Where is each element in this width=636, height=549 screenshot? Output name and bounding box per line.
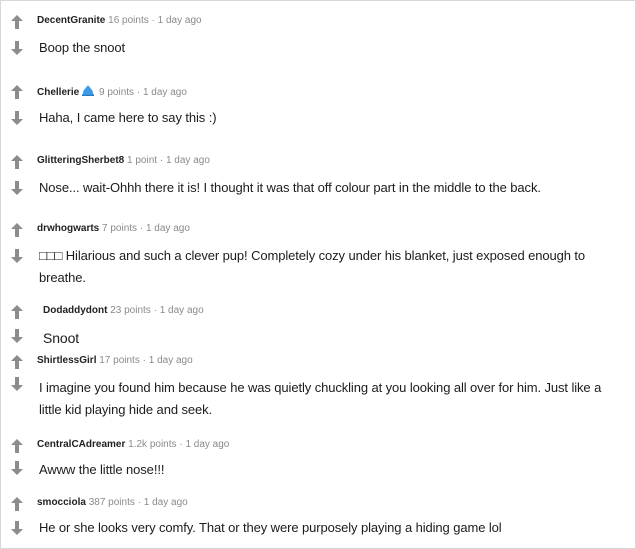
arrow-down-icon[interactable] [11,377,23,391]
water-drop-flair-icon [82,85,95,100]
meta-separator: · [159,155,164,166]
comment-points: 17 points [99,355,140,366]
arrow-down-icon[interactable] [11,249,23,263]
comment-meta: Chellerie 9 points · 1 day ago [37,85,187,100]
comment-points: 1 point [127,155,158,166]
meta-separator: · [137,497,141,508]
arrow-down-icon[interactable] [11,41,23,55]
comment-points: 387 points [88,497,135,508]
comment-body: Boop the snoot [39,40,126,55]
comment-age[interactable]: 1 day ago [185,439,229,450]
comment-body: □□□ Hilarious and such a clever pup! Com… [39,248,586,285]
arrow-down-icon[interactable] [11,181,23,195]
comment-meta: Dodaddydont 23 points · 1 day ago [43,305,204,317]
comment-age[interactable]: 1 day ago [160,305,204,316]
comment-author[interactable]: Chellerie [37,87,79,98]
comment-points: 9 points [99,87,135,98]
meta-separator: · [151,15,155,26]
arrow-up-icon[interactable] [11,497,23,511]
comment-author[interactable]: smocciola [37,497,86,508]
comment-body: Nose... wait-Ohhh there it is! I thought… [39,180,541,195]
meta-separator: · [153,305,157,316]
comment-author[interactable]: CentralCAdreamer [37,439,125,450]
meta-separator: · [136,87,141,98]
comment-meta: ShirtlessGirl 17 points · 1 day ago [37,355,193,367]
meta-separator: · [179,439,183,450]
comment-body: Haha, I came here to say this :) [39,110,217,125]
comment-age[interactable]: 1 day ago [166,155,210,166]
comment-points: 7 points [102,223,138,234]
comment-thread: DecentGranite 16 points · 1 day ago Boop… [0,0,636,549]
comment-meta: drwhogwarts 7 points · 1 day ago [37,223,190,235]
comment-body: Snoot [43,330,80,346]
meta-separator: · [142,355,146,366]
comment-author[interactable]: drwhogwarts [37,223,99,234]
arrow-down-icon[interactable] [11,111,23,125]
arrow-up-icon[interactable] [11,439,23,453]
comment-body: I imagine you found him because he was q… [39,380,602,417]
comment-meta: DecentGranite 16 points · 1 day ago [37,15,202,27]
comment-body: Awww the little nose!!! [39,462,165,477]
comment-author[interactable]: DecentGranite [37,15,105,26]
arrow-up-icon[interactable] [11,223,23,237]
comment-author[interactable]: Dodaddydont [43,305,107,316]
comment-age[interactable]: 1 day ago [143,87,187,98]
comment-points: 16 points [108,15,149,26]
comment-points: 1.2k points [128,439,177,450]
arrow-down-icon[interactable] [11,521,23,535]
comment-meta: CentralCAdreamer 1.2k points · 1 day ago [37,439,229,451]
comment-meta: GlitteringSherbet8 1 point · 1 day ago [37,155,210,167]
comment-meta: smocciola 387 points · 1 day ago [37,497,188,509]
arrow-up-icon[interactable] [11,355,23,369]
meta-separator: · [139,223,144,234]
comment-age[interactable]: 1 day ago [146,223,190,234]
comment-author[interactable]: GlitteringSherbet8 [37,155,124,166]
comment-age[interactable]: 1 day ago [149,355,193,366]
comment-age[interactable]: 1 day ago [158,15,202,26]
comment-body: He or she looks very comfy. That or they… [39,520,502,535]
comment-author[interactable]: ShirtlessGirl [37,355,96,366]
arrow-up-icon[interactable] [11,85,23,99]
comment-age[interactable]: 1 day ago [144,497,188,508]
arrow-down-icon[interactable] [11,461,23,475]
arrow-up-icon[interactable] [11,15,23,29]
comment-points: 23 points [110,305,151,316]
arrow-up-icon[interactable] [11,305,23,319]
arrow-down-icon[interactable] [11,329,23,343]
arrow-up-icon[interactable] [11,155,23,169]
